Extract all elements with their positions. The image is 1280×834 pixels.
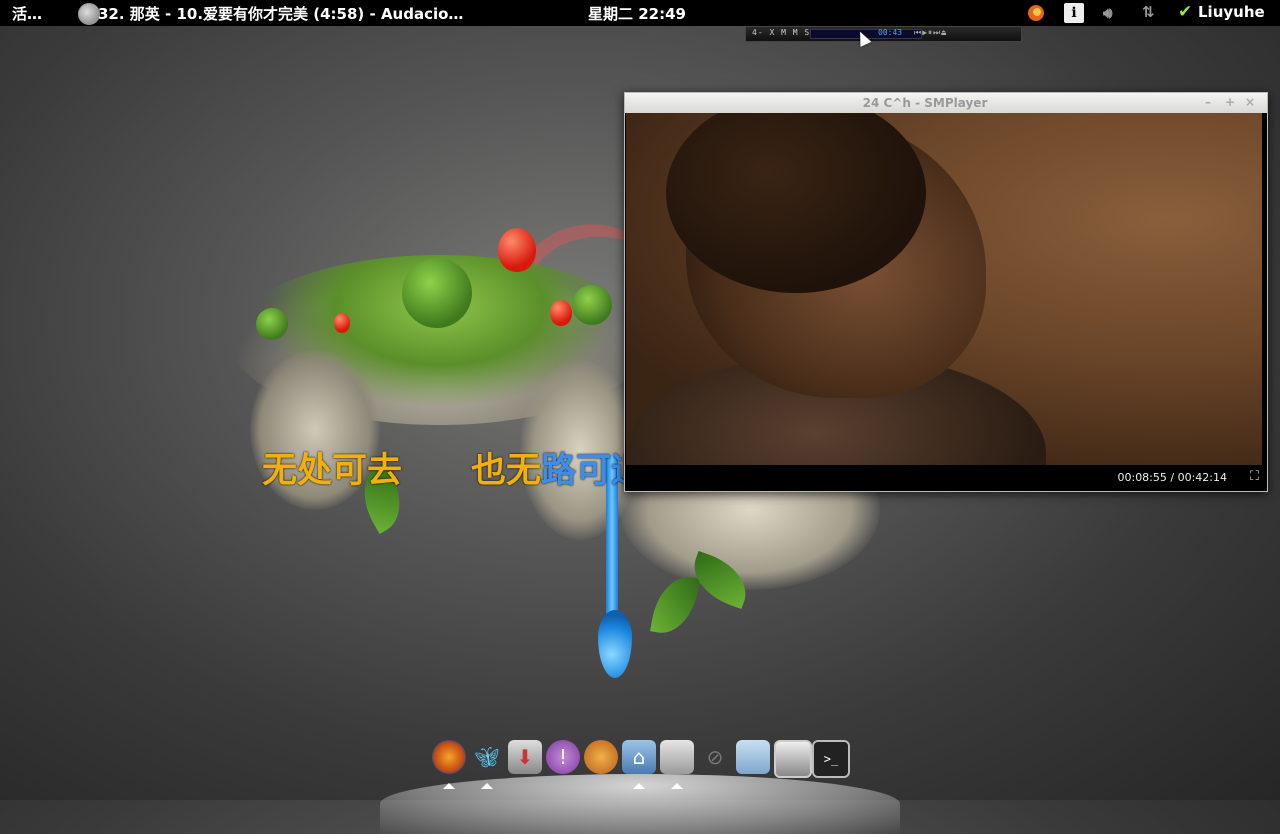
dock-running-indicator (443, 783, 455, 789)
wallpaper-tree (402, 258, 472, 328)
volume-icon[interactable]: 🔊︎ (1103, 4, 1112, 22)
video-control-bar: 00:08:55 / 00:42:14 ⛶ (625, 465, 1267, 491)
settings-icon[interactable] (660, 740, 694, 774)
window-titlebar[interactable]: 24 C^h - SMPlayer – + × (625, 93, 1267, 113)
dock-running-indicator (481, 783, 493, 789)
lyrics-sung: 也无 (471, 451, 542, 491)
firefox-tray-icon[interactable] (1026, 3, 1046, 23)
playback-time: 00:08:55 / 00:42:14 (1117, 471, 1227, 484)
wallpaper-balloon (550, 300, 572, 326)
mini-player-label: 4- X M M S (752, 28, 811, 37)
clock[interactable]: 星期二 22:49 (588, 3, 686, 24)
firefox-icon[interactable] (432, 740, 466, 774)
home-folder-icon[interactable]: ⌂ (622, 740, 656, 774)
desktop-lyrics-part2: 也无路可退 (471, 442, 646, 493)
butterfly-icon[interactable]: 🦋︎ (470, 740, 504, 774)
top-panel: 活… 32. 那英 - 10.爱要有你才完美 (4:58) - Audacio…… (0, 0, 1280, 26)
wallpaper-balloon (334, 313, 350, 333)
check-icon: ✔ (1178, 2, 1193, 22)
mini-player-time: 00:43 (878, 28, 903, 37)
info-icon[interactable]: i (1064, 3, 1084, 23)
wallpaper-drop (598, 610, 632, 678)
activities-button[interactable]: 活… (12, 3, 42, 24)
app-menu-title[interactable]: 32. 那英 - 10.爱要有你才完美 (4:58) - Audacio… (98, 3, 463, 24)
audacious-mini-player[interactable]: 4- X M M S 00:43 ⏮▶⏸⏭⏏ (745, 26, 1022, 42)
close-button[interactable]: × (1245, 95, 1255, 109)
minimize-button[interactable]: – (1205, 95, 1211, 109)
wallpaper-tree (256, 308, 288, 340)
user-menu[interactable]: Liuyuhe (1198, 3, 1265, 21)
network-icon[interactable]: ⇅ (1142, 3, 1155, 21)
screen-icon[interactable] (774, 740, 812, 778)
empathy-icon[interactable]: ! (546, 740, 580, 774)
wallpaper-fern (650, 571, 700, 639)
dock-running-indicator (633, 783, 645, 789)
link-icon[interactable]: ⊘ (698, 740, 732, 774)
mini-player-controls[interactable]: ⏮▶⏸⏭⏏ (914, 28, 947, 38)
terminal-icon[interactable]: >_ (812, 740, 850, 778)
wallpaper-balloon (498, 228, 536, 272)
video-area[interactable] (626, 113, 1262, 465)
maximize-button[interactable]: + (1225, 95, 1235, 109)
smplayer-window[interactable]: 24 C^h - SMPlayer – + × 00:08:55 / 00:42… (624, 92, 1268, 492)
desktop-lyrics-part1: 无处可去 (262, 451, 403, 491)
folder-icon[interactable] (736, 740, 770, 774)
wallpaper-tree (572, 285, 612, 325)
fullscreen-icon[interactable]: ⛶ (1250, 469, 1259, 484)
audacious-app-icon[interactable] (78, 3, 100, 25)
dock-running-indicator (671, 783, 683, 789)
window-title: 24 C^h - SMPlayer (862, 96, 988, 110)
download-icon[interactable]: ⬇ (508, 740, 542, 774)
paint-icon[interactable] (584, 740, 618, 774)
